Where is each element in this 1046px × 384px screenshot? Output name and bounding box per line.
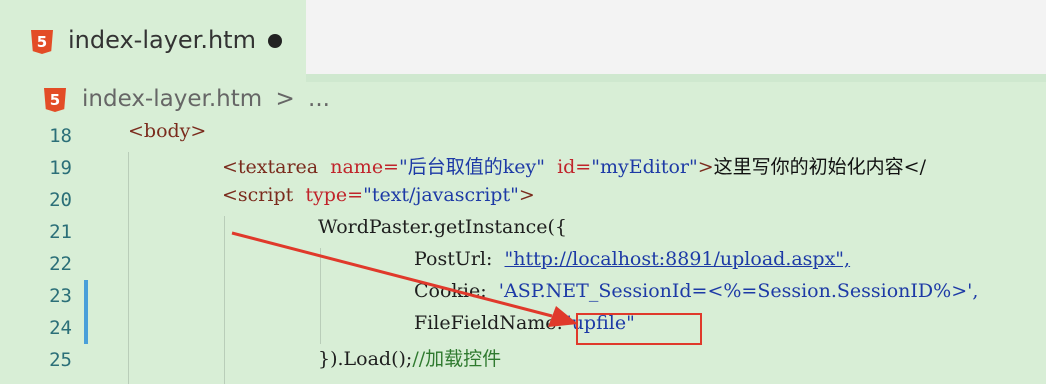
annotation-arrow <box>231 231 578 327</box>
arrow-head <box>548 306 578 327</box>
arrow-line <box>231 231 553 318</box>
